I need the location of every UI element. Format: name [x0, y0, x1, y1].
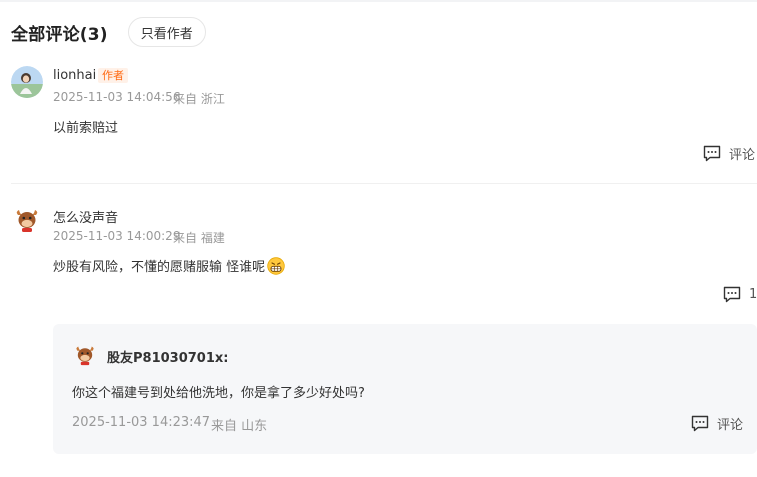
author-only-filter-button[interactable]: 只看作者	[127, 17, 206, 47]
comment-icon	[723, 286, 741, 303]
top-divider	[0, 0, 757, 2]
grimace-emoji-icon	[267, 257, 285, 279]
comment-location: 来自 福建	[173, 231, 225, 245]
comment-action-label: 评论	[717, 418, 744, 433]
avatar[interactable]	[11, 66, 43, 98]
reply-text: 你这个福建号到处给他洗地，你是拿了多少好处吗?	[72, 386, 365, 401]
comment-action-label: 评论	[729, 148, 756, 163]
reply-container: 股友P81030701x: 你这个福建号到处给他洗地，你是拿了多少好处吗? 20…	[53, 324, 757, 454]
user-photo-icon	[11, 66, 43, 98]
bull-mascot-icon	[76, 346, 94, 366]
comment-divider	[11, 183, 757, 184]
avatar[interactable]	[74, 344, 96, 366]
comment-icon	[703, 145, 721, 162]
comment-time: 2025-11-03 14:04:56	[53, 90, 181, 104]
reply-time: 2025-11-03 14:23:47	[72, 415, 211, 430]
comments-title: 全部评论(3)	[11, 24, 108, 45]
comment-text-row: 炒股有风险，不懂的愿赌服输 怪谁呢	[53, 256, 285, 279]
comment-reply-button[interactable]: 评论	[703, 144, 755, 163]
comment-text: 炒股有风险，不懂的愿赌服输 怪谁呢	[53, 260, 266, 275]
comments-header: 全部评论(3) 只看作者	[11, 16, 206, 48]
comment-icon	[691, 415, 709, 432]
reply-comment-button[interactable]: 评论	[691, 414, 743, 433]
author-badge: 作者	[98, 68, 128, 83]
comment-reply-button[interactable]: 1	[723, 286, 757, 303]
comment-text: 以前索赔过	[53, 121, 119, 136]
bull-mascot-icon	[16, 210, 38, 232]
comment-time: 2025-11-03 14:00:29	[53, 229, 181, 243]
reply-location: 来自 山东	[211, 419, 268, 434]
comment-username[interactable]: 怎么没声音	[53, 207, 118, 226]
avatar[interactable]	[14, 207, 40, 233]
comment-location: 来自 浙江	[173, 92, 225, 106]
reply-username[interactable]: 股友P81030701x:	[107, 347, 228, 366]
reply-count: 1	[749, 287, 757, 302]
comment-username[interactable]: lionhai	[53, 68, 96, 83]
